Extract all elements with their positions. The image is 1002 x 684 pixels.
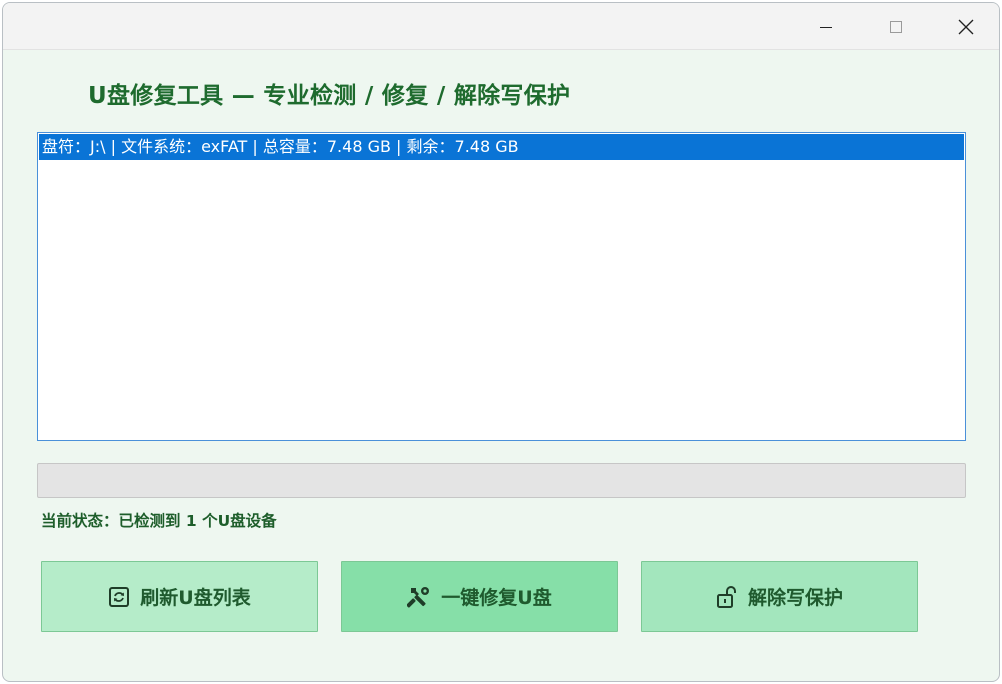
refresh-button[interactable]: 刷新U盘列表 xyxy=(41,561,318,632)
maximize-icon xyxy=(890,20,902,33)
unlock-icon xyxy=(716,585,738,609)
refresh-button-label: 刷新U盘列表 xyxy=(140,587,251,609)
title-bar xyxy=(3,3,999,50)
app-window: U盘修复工具 — 专业检测 / 修复 / 解除写保护 盘符：J:\ | 文件系统… xyxy=(2,2,1000,682)
drive-list-item[interactable]: 盘符：J:\ | 文件系统：exFAT | 总容量：7.48 GB | 剩余：7… xyxy=(39,134,964,160)
refresh-icon xyxy=(108,586,130,608)
unlock-button-label: 解除写保护 xyxy=(747,587,843,609)
repair-button[interactable]: 一键修复U盘 xyxy=(341,561,618,632)
repair-button-label: 一键修复U盘 xyxy=(441,587,552,609)
status-text: 当前状态：已检测到 1 个U盘设备 xyxy=(41,512,277,530)
tools-icon xyxy=(407,585,431,609)
maximize-button[interactable] xyxy=(861,3,931,50)
unlock-button[interactable]: 解除写保护 xyxy=(641,561,918,632)
close-icon xyxy=(958,19,974,34)
minimize-icon xyxy=(820,26,832,28)
close-button[interactable] xyxy=(931,3,999,50)
minimize-button[interactable] xyxy=(791,3,861,50)
drive-list[interactable]: 盘符：J:\ | 文件系统：exFAT | 总容量：7.48 GB | 剩余：7… xyxy=(37,132,966,441)
progress-bar xyxy=(37,463,966,498)
app-title: U盘修复工具 — 专业检测 / 修复 / 解除写保护 xyxy=(88,83,571,109)
